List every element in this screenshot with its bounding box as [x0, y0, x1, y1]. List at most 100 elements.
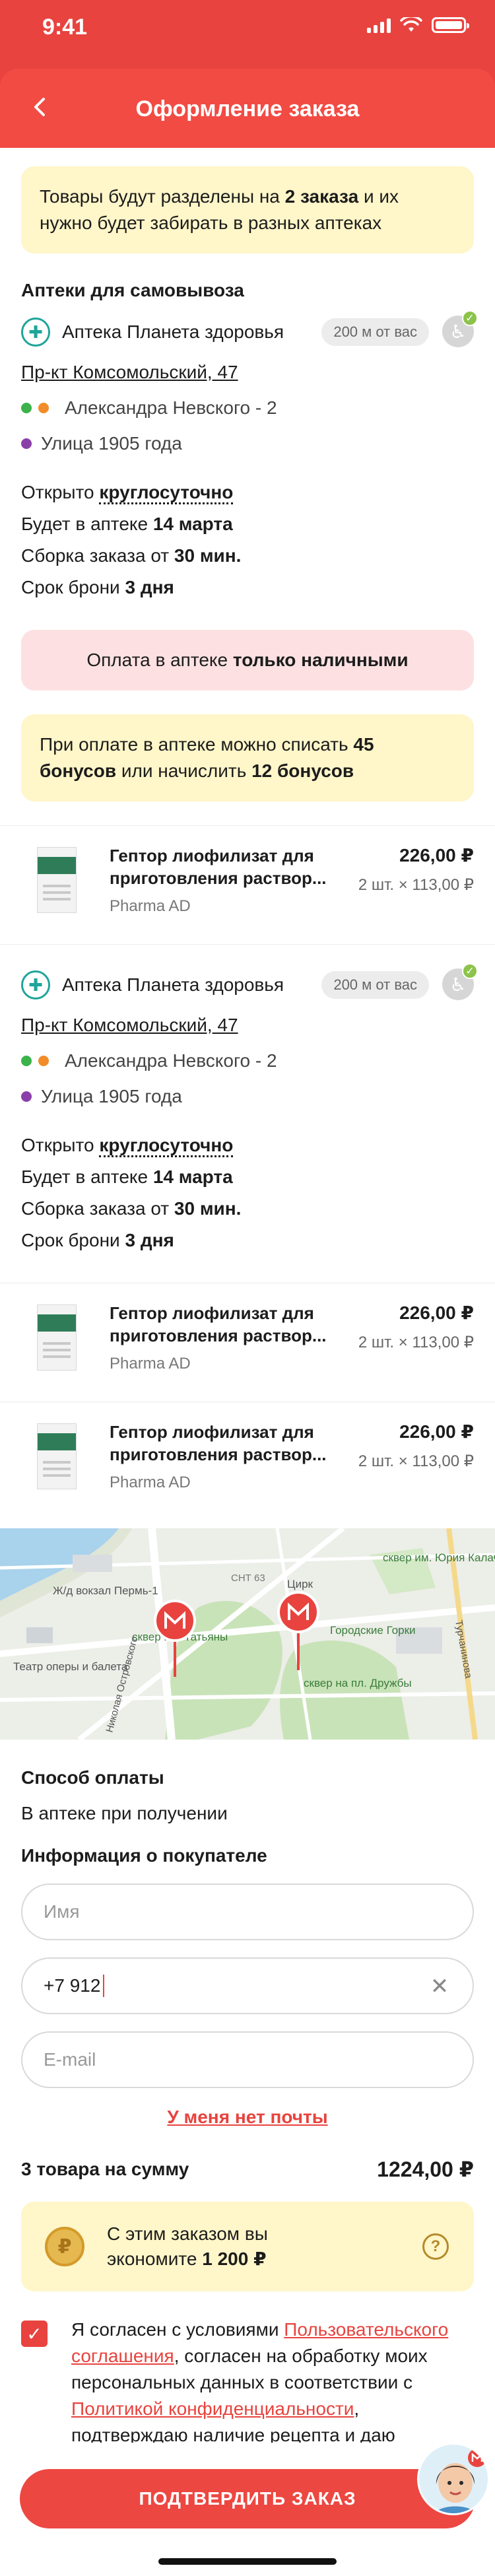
metro-station-label: Улица 1905 года — [41, 1086, 182, 1106]
product-price: 226,00 ₽ 2 шт. × 113,00 ₽ — [358, 1421, 474, 1471]
open-hours: Открыто круглосуточно — [21, 477, 474, 508]
arrival-value: 14 марта — [152, 1167, 233, 1187]
no-email-link[interactable]: У меня нет почты — [0, 2107, 495, 2128]
name-field[interactable]: Имя — [21, 1883, 474, 1940]
agreement-text-1: Я согласен с условиями — [71, 2319, 284, 2340]
arrival-value: 14 марта — [152, 514, 233, 534]
pickup-section-title: Аптеки для самовывоза — [21, 280, 244, 300]
status-bar: 9:41 — [0, 0, 495, 69]
metro-station: Александра Невского - 2 — [21, 393, 474, 423]
pharmacy-header: ✚ Аптека Планета здоровья 200 м от вас ♿… — [21, 310, 478, 349]
check-badge-icon: ✓ — [462, 310, 478, 326]
question-icon[interactable]: ? — [422, 2233, 449, 2260]
product-price: 226,00 ₽ 2 шт. × 113,00 ₽ — [358, 1302, 474, 1352]
open-value[interactable]: круглосуточно — [99, 482, 234, 504]
privacy-policy-link[interactable]: Политикой конфиденциальности — [71, 2398, 354, 2419]
split-banner-text: Товары будут разделены на — [40, 186, 285, 207]
metro-station-label: Улица 1905 года — [41, 433, 182, 454]
product-brand: Pharma AD — [110, 897, 191, 915]
bottom-bar: ПОДТВЕРДИТЬ ЗАКАЗ — [0, 2443, 495, 2576]
bonus-text-mid: или начислить — [116, 761, 252, 781]
payment-title: Способ оплаты — [21, 1767, 164, 1788]
reserve-term: Срок брони 3 дня — [21, 572, 474, 603]
pharmacy-block: ✚ Аптека Планета здоровья 200 м от вас ♿… — [0, 944, 495, 1256]
arrival-label: Будет в аптеке — [21, 514, 153, 534]
clear-icon[interactable]: ✕ — [428, 1975, 451, 1998]
header: Оформление заказа — [0, 69, 495, 148]
pharmacy-info: Открыто круглосуточно Будет в аптеке 14 … — [21, 1130, 474, 1256]
agreement-checkbox[interactable]: ✓ — [21, 2321, 48, 2347]
metro-line-dot — [21, 403, 32, 413]
reserve-value: 3 дня — [125, 1230, 174, 1250]
arrival-date: Будет в аптеке 14 марта — [21, 1161, 474, 1193]
map-label-hill: Городские Горки — [330, 1624, 416, 1637]
pharmacy-name: Аптека Планета здоровья — [62, 974, 284, 995]
accessibility-icon: ♿ ✓ — [442, 310, 478, 347]
product-total: 226,00 ₽ — [399, 1421, 474, 1442]
map-label-square3: сквер на пл. Дружбы — [304, 1677, 412, 1689]
metro-line-dot — [21, 438, 32, 449]
metro-station-label: Александра Невского - 2 — [65, 1050, 277, 1071]
confirm-order-button[interactable]: ПОДТВЕРДИТЬ ЗАКАЗ — [20, 2469, 475, 2528]
order-summary: 3 товара на сумму 1224,00 ₽ — [21, 2157, 474, 2182]
pharmacy-header: ✚ Аптека Планета здоровья 200 м от вас ♿… — [21, 963, 478, 1001]
pharmacy-info: Открыто круглосуточно Будет в аптеке 14 … — [21, 477, 474, 603]
buyer-info-title: Информация о покупателе — [21, 1845, 267, 1866]
map-label-theatre: Театр оперы и балета — [13, 1660, 128, 1673]
metro-line-dot — [21, 1056, 32, 1066]
product-info: Гептор лиофилизат для приготовления раст… — [110, 1302, 347, 1383]
product-image — [28, 1302, 83, 1374]
pharmacy-map[interactable]: Ж/д вокзал Пермь-1 Театр оперы и балета … — [0, 1528, 495, 1740]
cellular-signal-icon — [367, 17, 391, 33]
phone-field[interactable]: +7 912 ✕ — [21, 1957, 474, 2014]
product-row[interactable]: Гептор лиофилизат для приготовления раст… — [0, 1402, 495, 1520]
product-price: 226,00 ₽ 2 шт. × 113,00 ₽ — [358, 844, 474, 895]
ruble-coin-icon: ₽ — [45, 2227, 84, 2266]
phone-value: +7 912 — [44, 1975, 101, 1996]
cash-only-banner: Оплата в аптеке только наличными — [21, 630, 474, 691]
name-placeholder: Имя — [44, 1901, 80, 1922]
product-image — [28, 1421, 83, 1493]
wifi-icon — [400, 17, 422, 32]
home-indicator — [158, 2558, 337, 2565]
cash-banner-emphasis: только наличными — [232, 650, 409, 670]
payment-method-value: В аптеке при получении — [21, 1803, 228, 1823]
reserve-value: 3 дня — [125, 577, 174, 597]
email-field[interactable]: E-mail — [21, 2031, 474, 2088]
cash-banner-text: Оплата в аптеке — [86, 650, 233, 670]
map-label-square2: сквер им. Юрия Калачникова — [383, 1551, 495, 1564]
open-value[interactable]: круглосуточно — [99, 1135, 234, 1157]
product-row[interactable]: Гептор лиофилизат для приготовления раст… — [0, 1283, 495, 1402]
metro-line-dot — [38, 1056, 49, 1066]
product-info: Гептор лиофилизат для приготовления раст… — [110, 844, 347, 926]
reserve-label: Срок брони — [21, 1230, 125, 1250]
accessibility-icon: ♿ ✓ — [442, 963, 478, 1000]
assistant-avatar[interactable] — [417, 2443, 490, 2515]
open-label: Открыто — [21, 482, 100, 502]
check-badge-icon: ✓ — [462, 963, 478, 979]
page-title: Оформление заказа — [135, 96, 360, 121]
email-placeholder: E-mail — [44, 2049, 96, 2070]
product-unit-price: 2 шт. × 113,00 ₽ — [358, 1334, 474, 1351]
product-info: Гептор лиофилизат для приготовления раст… — [110, 1421, 347, 1502]
pharmacy-address[interactable]: Пр-кт Комсомольский, 47 — [21, 1011, 474, 1040]
metro-line-dot — [21, 1091, 32, 1102]
assistant-face-icon — [419, 2445, 488, 2513]
summary-total: 1224,00 ₽ — [377, 2157, 474, 2181]
summary-label: 3 товара на сумму — [21, 2159, 189, 2179]
product-brand: Pharma AD — [110, 1355, 191, 1373]
map-label-snt: СНТ 63 — [231, 1573, 265, 1584]
pharmacy-logo-icon: ✚ — [21, 970, 50, 1000]
assembly-time: Сборка заказа от 30 мин. — [21, 540, 474, 572]
open-label: Открыто — [21, 1135, 100, 1155]
metro-station: Улица 1905 года — [21, 429, 474, 458]
metro-station: Улица 1905 года — [21, 1082, 474, 1111]
assembly-time: Сборка заказа от 30 мин. — [21, 1193, 474, 1225]
metro-station-label: Александра Невского - 2 — [65, 397, 277, 418]
pharmacy-address[interactable]: Пр-кт Комсомольский, 47 — [21, 358, 474, 387]
battery-icon — [432, 17, 469, 33]
product-row[interactable]: Гептор лиофилизат для приготовления раст… — [0, 825, 495, 944]
pharmacy-logo-icon: ✚ — [21, 318, 50, 347]
savings-text: С этим заказом вы экономите 1 200 ₽ — [107, 2221, 345, 2272]
system-icons — [367, 17, 469, 33]
